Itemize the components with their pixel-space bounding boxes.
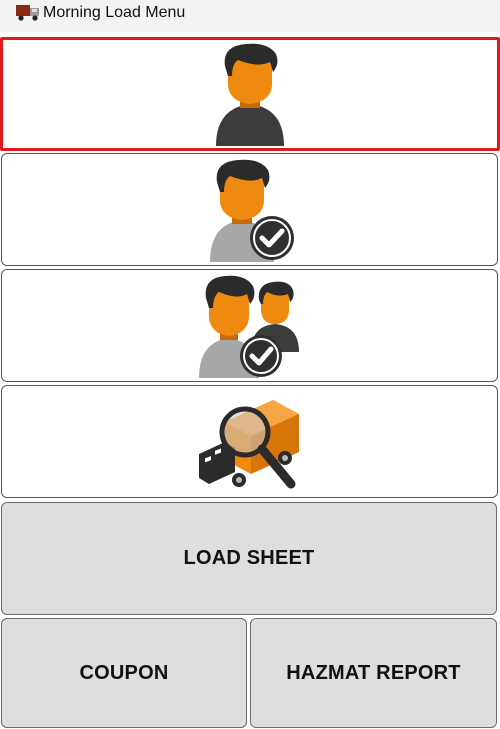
- team-check-icon: [195, 274, 305, 378]
- menu-item-team-check[interactable]: [1, 269, 498, 382]
- hazmat-report-button[interactable]: HAZMAT REPORT: [250, 618, 497, 728]
- truck-icon: [15, 3, 43, 22]
- truck-inspect-icon: [195, 392, 305, 492]
- menu-item-truck-inspect[interactable]: [1, 385, 498, 498]
- driver-check-icon: [200, 158, 300, 262]
- coupon-button[interactable]: COUPON: [1, 618, 247, 728]
- driver-icon: [210, 42, 290, 146]
- menu-item-driver[interactable]: [0, 37, 500, 151]
- title-bar: Morning Load Menu: [0, 0, 500, 32]
- menu-item-driver-check[interactable]: [1, 153, 498, 266]
- window-title: Morning Load Menu: [43, 4, 186, 21]
- load-sheet-button[interactable]: LOAD SHEET: [1, 502, 497, 615]
